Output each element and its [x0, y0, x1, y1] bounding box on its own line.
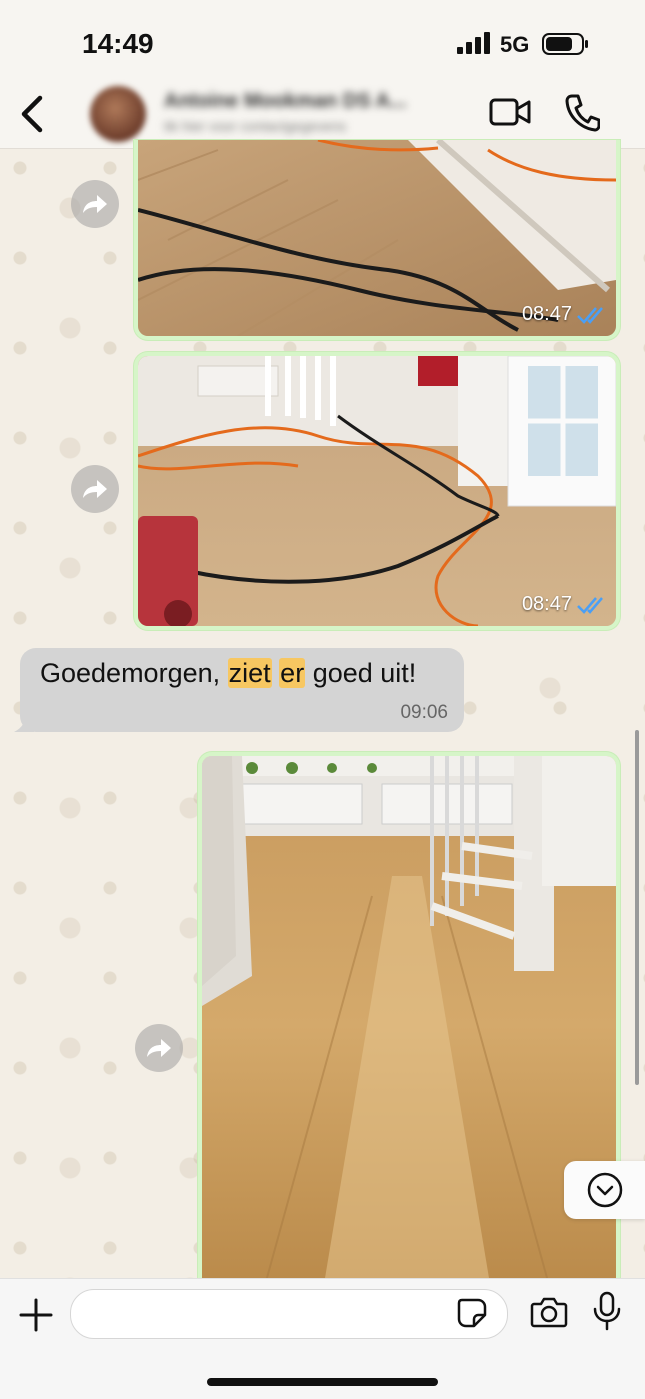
- plus-icon[interactable]: [18, 1297, 54, 1333]
- message-time: 08:47: [521, 303, 572, 325]
- forward-button[interactable]: [135, 1024, 183, 1072]
- contact-name[interactable]: Antoine Mookman DS A...: [164, 90, 464, 114]
- sticker-icon[interactable]: [456, 1297, 488, 1329]
- floor-photo: [138, 356, 616, 626]
- contact-status[interactable]: tik hier voor contactgegevens: [164, 118, 424, 136]
- back-chevron-icon[interactable]: [16, 94, 48, 134]
- chevron-down-circle-icon: [587, 1172, 623, 1208]
- forward-arrow-icon: [83, 480, 107, 498]
- forward-button[interactable]: [71, 180, 119, 228]
- image-message[interactable]: 08:47: [134, 352, 620, 630]
- contact-avatar[interactable]: [90, 86, 146, 142]
- message-time: 08:47: [521, 593, 572, 615]
- network-type: 5G: [500, 32, 530, 57]
- home-indicator[interactable]: [207, 1378, 438, 1386]
- message-input[interactable]: [70, 1289, 508, 1339]
- status-time: 14:49: [82, 28, 154, 59]
- scrollbar[interactable]: [635, 730, 639, 1085]
- read-ticks-icon: [577, 307, 603, 324]
- read-ticks-icon: [577, 597, 603, 614]
- status-bar: 14:49 5G: [0, 0, 645, 80]
- scroll-to-bottom-button[interactable]: [564, 1161, 645, 1219]
- image-message[interactable]: 08:47: [134, 140, 620, 340]
- floor-photo: [202, 756, 616, 1296]
- highlighted-word: ziet: [227, 658, 272, 688]
- microphone-icon[interactable]: [592, 1291, 622, 1331]
- video-call-icon[interactable]: [488, 94, 532, 130]
- chat-header: Antoine Mookman DS A... tik hier voor co…: [0, 80, 645, 149]
- image-message[interactable]: [198, 752, 620, 1296]
- forward-arrow-icon: [83, 195, 107, 213]
- phone-call-icon[interactable]: [564, 92, 600, 132]
- message-text: Goedemorgen, ziet er goed uit!: [40, 658, 417, 688]
- highlighted-word: er: [279, 658, 306, 688]
- forward-button[interactable]: [71, 465, 119, 513]
- signal-strength-icon: [457, 32, 490, 54]
- incoming-text-message[interactable]: Goedemorgen, ziet er goed uit! 09:06: [14, 648, 464, 732]
- camera-icon[interactable]: [530, 1295, 568, 1329]
- forward-arrow-icon: [147, 1039, 171, 1057]
- bubble-tail: [14, 712, 34, 732]
- message-time: 09:06: [400, 702, 448, 723]
- battery-icon: [542, 33, 588, 55]
